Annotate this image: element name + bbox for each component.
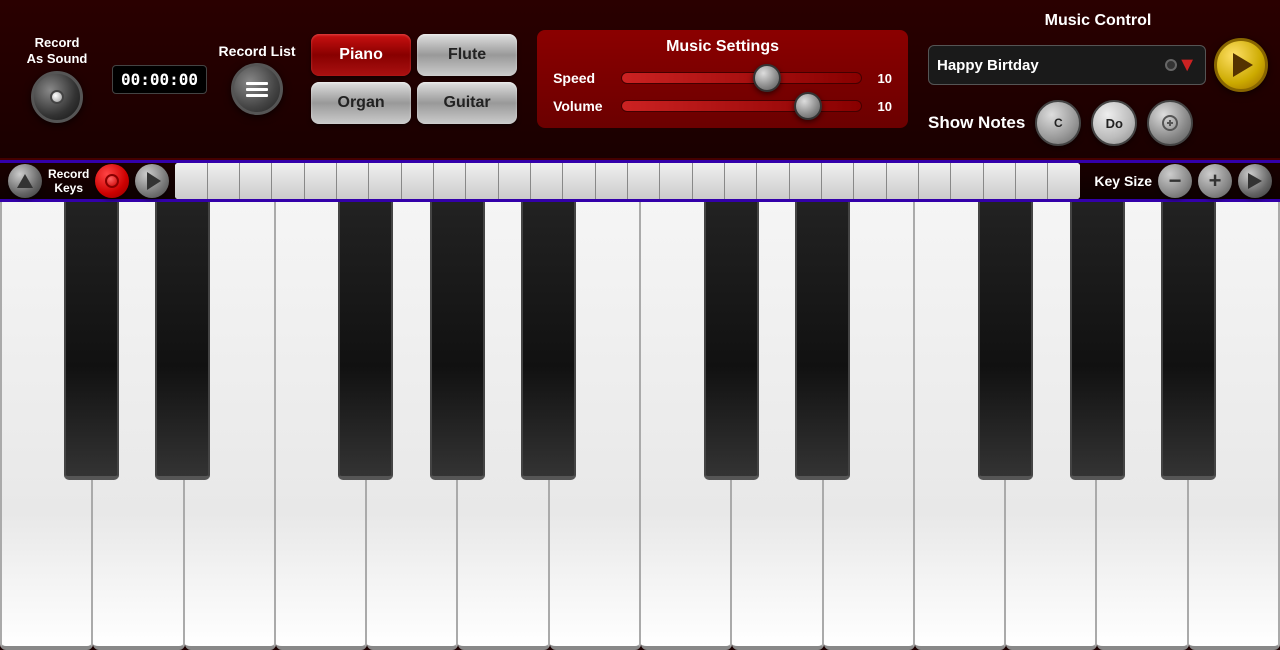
mini-white-key	[951, 163, 983, 199]
scroll-up-button[interactable]	[8, 164, 42, 198]
up-arrow-icon	[17, 174, 33, 188]
black-key-1[interactable]	[155, 202, 210, 480]
mini-white-key	[919, 163, 951, 199]
volume-row: Volume 10	[553, 98, 892, 114]
song-name-display: Happy Birtday	[937, 57, 1165, 74]
note-c-button[interactable]: C	[1035, 100, 1081, 146]
play-icon	[147, 172, 161, 190]
right-arrow-icon	[1248, 173, 1262, 189]
list-icon	[246, 82, 268, 97]
mini-white-key	[531, 163, 563, 199]
mini-white-key	[402, 163, 434, 199]
mini-white-key	[628, 163, 660, 199]
speed-slider-track[interactable]	[621, 72, 862, 84]
mini-white-key	[305, 163, 337, 199]
key-size-decrease-button[interactable]: −	[1158, 164, 1192, 198]
key-size-label: Key Size	[1094, 173, 1152, 189]
mini-white-key	[337, 163, 369, 199]
black-key-5[interactable]	[521, 202, 576, 480]
note-do-button[interactable]: Do	[1091, 100, 1137, 146]
mini-piano-keys	[175, 163, 1080, 199]
play-triangle-icon	[1233, 53, 1253, 77]
record-list-label: Record List	[219, 43, 296, 59]
black-key-12[interactable]	[1161, 202, 1216, 480]
black-key-11[interactable]	[1070, 202, 1125, 480]
record-as-sound-knob[interactable]	[31, 71, 83, 123]
mini-white-key	[725, 163, 757, 199]
mini-piano-strip[interactable]	[175, 163, 1080, 199]
mini-white-key	[693, 163, 725, 199]
volume-slider-thumb[interactable]	[794, 92, 822, 120]
speed-value: 10	[870, 71, 892, 86]
mini-white-key	[208, 163, 240, 199]
piano-button[interactable]: Piano	[311, 34, 411, 76]
music-control-panel: Music Control Happy Birtday ▼ Show Notes…	[928, 12, 1268, 146]
show-notes-row: Show Notes C Do	[928, 100, 1193, 146]
record-knob-dot	[50, 90, 64, 104]
record-button[interactable]	[95, 164, 129, 198]
song-selector-wrapper: Happy Birtday ▼	[928, 45, 1206, 85]
mini-white-key	[499, 163, 531, 199]
mini-white-key	[596, 163, 628, 199]
volume-label: Volume	[553, 98, 613, 114]
black-key-4[interactable]	[430, 202, 485, 480]
mini-white-key	[240, 163, 272, 199]
mini-white-key	[822, 163, 854, 199]
mini-white-key	[790, 163, 822, 199]
keys-bar: RecordKeys	[0, 160, 1280, 202]
top-bar: RecordAs Sound 00:00:00 Record List Pian…	[0, 0, 1280, 160]
music-control-title: Music Control	[928, 12, 1268, 30]
mini-white-key	[660, 163, 692, 199]
organ-button[interactable]: Organ	[311, 82, 411, 124]
mini-white-key	[434, 163, 466, 199]
volume-value: 10	[870, 99, 892, 114]
mini-white-key	[1016, 163, 1048, 199]
mini-white-key	[466, 163, 498, 199]
mini-white-key	[887, 163, 919, 199]
music-settings-title: Music Settings	[666, 38, 779, 56]
speed-label: Speed	[553, 70, 613, 86]
speed-row: Speed 10	[553, 70, 892, 86]
record-list-knob[interactable]	[231, 63, 283, 115]
key-size-increase-button[interactable]: +	[1198, 164, 1232, 198]
black-key-0[interactable]	[64, 202, 119, 480]
mini-white-key	[272, 163, 304, 199]
piano-area	[0, 202, 1280, 650]
mini-white-key	[757, 163, 789, 199]
record-keys-label: RecordKeys	[48, 167, 89, 196]
guitar-button[interactable]: Guitar	[417, 82, 517, 124]
flute-button[interactable]: Flute	[417, 34, 517, 76]
speed-slider-thumb[interactable]	[753, 64, 781, 92]
note-extra-button[interactable]	[1147, 100, 1193, 146]
play-button-large[interactable]	[1214, 38, 1268, 92]
music-settings-panel: Music Settings Speed 10 Volume 10	[537, 30, 908, 128]
chevron-down-icon[interactable]: ▼	[1177, 54, 1197, 77]
play-button[interactable]	[135, 164, 169, 198]
scroll-right-button[interactable]	[1238, 164, 1272, 198]
song-dot	[1165, 59, 1177, 71]
mini-white-key	[1048, 163, 1080, 199]
record-as-sound-section: RecordAs Sound	[12, 35, 102, 122]
record-as-sound-label: RecordAs Sound	[27, 35, 88, 66]
mini-white-key	[175, 163, 207, 199]
mini-white-key	[369, 163, 401, 199]
black-key-8[interactable]	[795, 202, 850, 480]
timer-display: 00:00:00	[112, 65, 207, 94]
mini-white-key	[984, 163, 1016, 199]
record-dot-icon	[105, 174, 119, 188]
mini-white-key	[563, 163, 595, 199]
record-list-section: Record List	[217, 43, 297, 115]
mini-white-key	[854, 163, 886, 199]
black-key-3[interactable]	[338, 202, 393, 480]
black-key-7[interactable]	[704, 202, 759, 480]
show-notes-label: Show Notes	[928, 113, 1025, 133]
song-row: Happy Birtday ▼	[928, 38, 1268, 92]
instrument-buttons: Piano Flute Organ Guitar	[311, 34, 517, 124]
volume-slider-track[interactable]	[621, 100, 862, 112]
black-key-10[interactable]	[978, 202, 1033, 480]
piano-keys-container	[0, 202, 1280, 650]
